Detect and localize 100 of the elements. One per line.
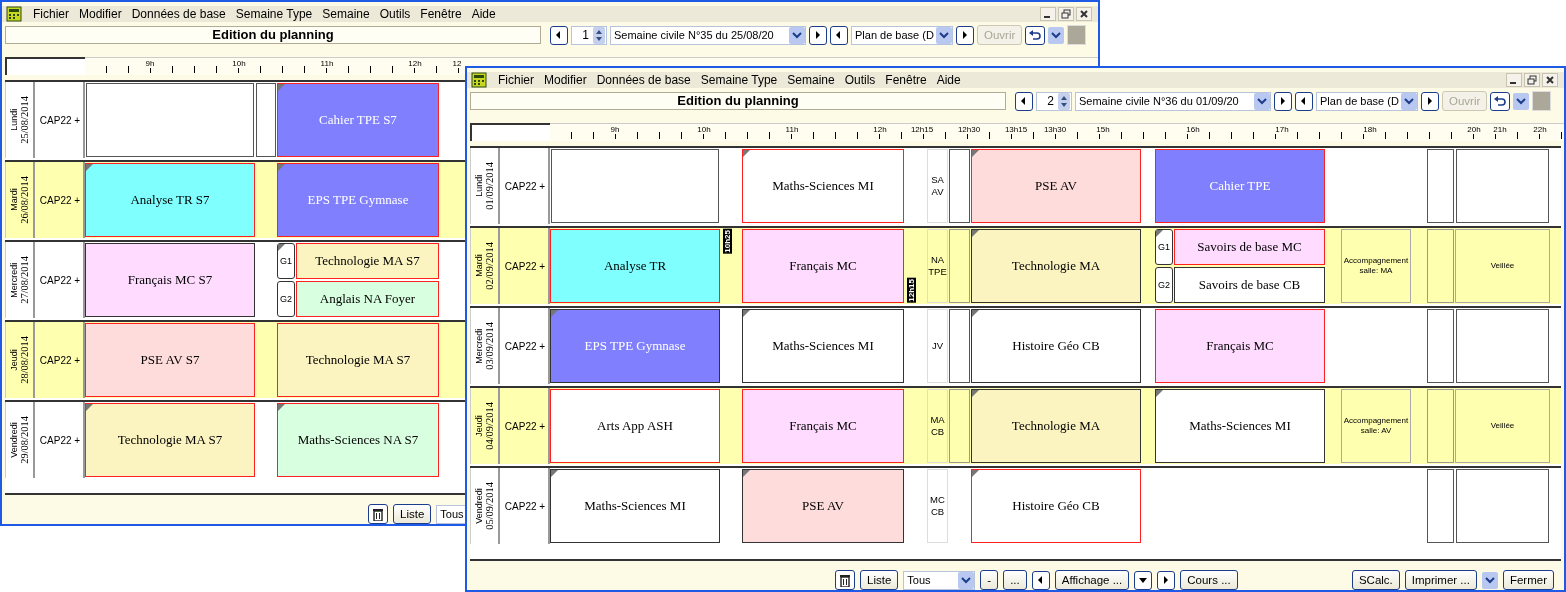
chevron-icon[interactable]: [958, 571, 975, 589]
menu-item[interactable]: Semaine Type: [230, 7, 318, 22]
activity-block[interactable]: Veillée: [1455, 389, 1550, 463]
button[interactable]: ...: [1003, 570, 1027, 590]
undo-button[interactable]: [1490, 91, 1511, 111]
minimize-icon[interactable]: [1506, 73, 1522, 88]
chevron-icon[interactable]: [1481, 571, 1498, 589]
button[interactable]: Liste: [393, 504, 432, 524]
activity-block[interactable]: Accompagnement salle: MA: [1341, 229, 1411, 303]
menu-item[interactable]: Fenêtre: [880, 73, 932, 88]
chevron-icon[interactable]: [1048, 26, 1065, 44]
spinner-icon[interactable]: [593, 26, 605, 44]
previous-button[interactable]: [830, 25, 848, 45]
next-button[interactable]: [1274, 91, 1292, 111]
course-block[interactable]: Français MC: [1155, 309, 1325, 383]
menu-item[interactable]: Outils: [374, 7, 416, 22]
dropdown-field[interactable]: Semaine civile N°36 du 01/09/20: [1075, 91, 1271, 111]
course-block[interactable]: Français MC: [742, 389, 904, 463]
course-block[interactable]: Maths-Sciences NA S7: [277, 403, 439, 477]
menu-item[interactable]: Semaine: [317, 7, 375, 22]
menu-item[interactable]: Fichier: [493, 73, 539, 88]
dropdown-field[interactable]: Tous: [903, 570, 976, 590]
course-block[interactable]: Français MC: [742, 229, 904, 303]
previous-button[interactable]: [1295, 91, 1313, 111]
button[interactable]: Fermer: [1502, 570, 1554, 590]
course-block[interactable]: Maths-Sciences MI: [742, 309, 904, 383]
menu-item[interactable]: Semaine Type: [695, 73, 783, 88]
dropdown-field[interactable]: Semaine civile N°35 du 25/08/20: [610, 25, 806, 45]
course-block[interactable]: PSE AV S7: [85, 323, 255, 397]
color-swatch[interactable]: [1532, 91, 1552, 112]
course-block[interactable]: Analyse TR: [550, 229, 720, 303]
undo-button[interactable]: [1025, 25, 1046, 45]
course-block[interactable]: Histoire Géo CB: [971, 309, 1141, 383]
menu-item[interactable]: Outils: [839, 73, 881, 88]
minimize-icon[interactable]: [1040, 7, 1056, 22]
button[interactable]: SCalc.: [1351, 570, 1400, 590]
color-swatch[interactable]: [1067, 25, 1087, 46]
menu-item[interactable]: Modifier: [74, 7, 127, 22]
previous-button[interactable]: [550, 25, 568, 45]
course-block[interactable]: Maths-Sciences MI: [550, 469, 720, 543]
next-button[interactable]: [1157, 570, 1176, 590]
week-number-field[interactable]: 2: [1036, 91, 1072, 111]
previous-button[interactable]: [1031, 570, 1050, 590]
course-block[interactable]: Savoirs de base MC: [1174, 229, 1325, 265]
course-block[interactable]: PSE AV: [971, 149, 1141, 223]
dropdown-field[interactable]: Tous: [436, 504, 467, 524]
menu-item[interactable]: Fichier: [28, 7, 74, 22]
course-block[interactable]: Analyse TR S7: [85, 163, 255, 237]
restore-icon[interactable]: [1058, 7, 1074, 22]
course-block[interactable]: Technologie MA: [971, 229, 1141, 303]
app-icon[interactable]: [6, 6, 22, 23]
week-number-field[interactable]: 1: [571, 25, 607, 45]
button[interactable]: Affichage ...: [1054, 570, 1130, 590]
chevron-icon[interactable]: [1254, 92, 1270, 110]
next-button[interactable]: [1421, 91, 1439, 111]
delete-button[interactable]: [835, 570, 855, 590]
course-block[interactable]: Histoire Géo CB: [971, 469, 1141, 543]
menu-item[interactable]: Données de base: [126, 7, 231, 22]
menu-item[interactable]: Modifier: [539, 73, 592, 88]
close-icon[interactable]: [1076, 7, 1092, 22]
course-block[interactable]: Technologie MA S7: [277, 323, 439, 397]
activity-block[interactable]: Accompagnement salle: AV: [1341, 389, 1411, 463]
button[interactable]: -: [980, 570, 999, 590]
down-button[interactable]: [1134, 570, 1153, 590]
previous-button[interactable]: [1015, 91, 1033, 111]
app-icon[interactable]: [471, 72, 487, 89]
button[interactable]: Imprimer ...: [1404, 570, 1477, 590]
next-button[interactable]: [956, 25, 974, 45]
course-block[interactable]: Maths-Sciences MI: [1155, 389, 1325, 463]
spinner-icon[interactable]: [1058, 92, 1070, 110]
course-block[interactable]: Maths-Sciences MI: [742, 149, 904, 223]
button[interactable]: Liste: [860, 570, 899, 590]
next-button[interactable]: [809, 25, 827, 45]
course-block[interactable]: Anglais NA Foyer: [296, 281, 439, 317]
menu-item[interactable]: Données de base: [591, 73, 696, 88]
chevron-icon[interactable]: [1401, 92, 1417, 110]
time-label: 12h15: [909, 125, 935, 135]
button[interactable]: Cours ...: [1180, 570, 1238, 590]
menu-item[interactable]: Aide: [466, 7, 501, 22]
course-block[interactable]: PSE AV: [742, 469, 904, 543]
menu-item[interactable]: Fenêtre: [415, 7, 467, 22]
chevron-icon[interactable]: [789, 26, 805, 44]
course-block[interactable]: Français MC S7: [85, 243, 255, 317]
course-block[interactable]: Technologie MA: [971, 389, 1141, 463]
activity-block[interactable]: Veillée: [1455, 229, 1550, 303]
chevron-icon[interactable]: [1513, 92, 1530, 110]
restore-icon[interactable]: [1524, 73, 1540, 88]
course-block[interactable]: Technologie MA S7: [296, 243, 439, 279]
menu-item[interactable]: Semaine: [782, 73, 840, 88]
day-date: 27/08/2014: [19, 256, 30, 304]
course-block[interactable]: Arts App ASH: [550, 389, 720, 463]
class-label: CAP22 +: [37, 402, 85, 478]
course-block[interactable]: Savoirs de base CB: [1174, 267, 1325, 303]
menu-item[interactable]: Aide: [931, 73, 966, 88]
dropdown-field[interactable]: Plan de base (D: [851, 25, 953, 45]
course-block[interactable]: Technologie MA S7: [85, 403, 255, 477]
close-icon[interactable]: [1542, 73, 1558, 88]
chevron-icon[interactable]: [936, 26, 952, 44]
delete-button[interactable]: [368, 504, 388, 524]
dropdown-field[interactable]: Plan de base (D: [1316, 91, 1418, 111]
